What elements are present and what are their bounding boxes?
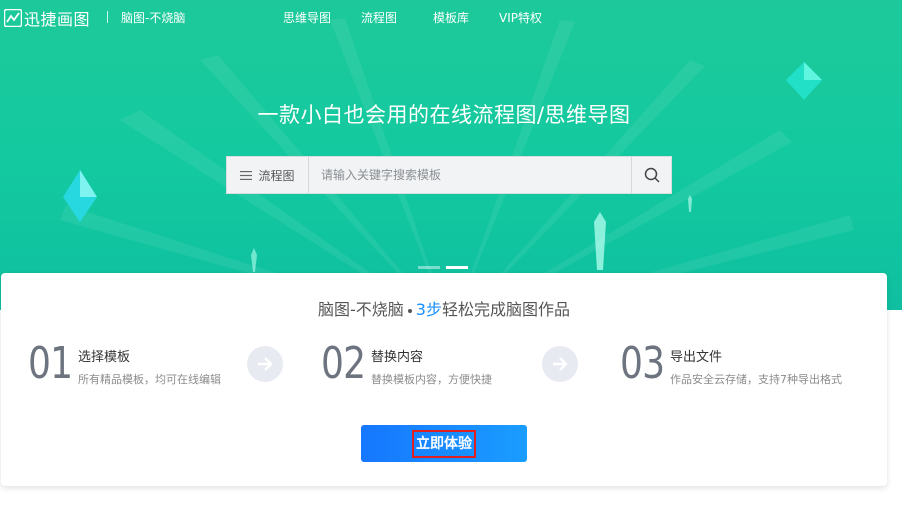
search-button[interactable] xyxy=(631,157,671,193)
try-now-button[interactable]: 立即体验 xyxy=(361,425,527,462)
title-step-count: 3步 xyxy=(415,300,442,319)
carousel-dot-2[interactable] xyxy=(446,266,468,269)
nav-link-vip[interactable]: VIP特权 xyxy=(499,9,542,26)
step-title: 选择模板 xyxy=(78,350,131,365)
search-category-label: 流程图 xyxy=(258,168,295,183)
logo-text: 迅捷画图 xyxy=(24,10,91,29)
search-bar: 流程图 xyxy=(226,156,672,194)
nav-link-mindmap[interactable]: 思维导图 xyxy=(283,9,331,26)
step-description: 替换模板内容，方便快捷 xyxy=(371,373,492,386)
step-number: 01 xyxy=(28,338,73,389)
step-text: 替换内容 替换模板内容，方便快捷 xyxy=(371,340,492,387)
nav-link-templates[interactable]: 模板库 xyxy=(433,9,469,26)
step-3: 03 导出文件 作品安全云存储，支持7种导出格式 xyxy=(620,340,842,388)
title-prefix: 脑图-不烧脑 xyxy=(318,300,404,319)
title-suffix: 轻松完成脑图作品 xyxy=(441,300,570,319)
step-title: 替换内容 xyxy=(371,350,424,365)
hero-headline: 一款小白也会用的在线流程图/思维导图 xyxy=(257,103,631,127)
nav-links: 思维导图 流程图 模板库 VIP特权 xyxy=(283,9,572,26)
arrow-right-icon xyxy=(542,346,578,382)
search-input[interactable] xyxy=(309,157,631,193)
step-text: 选择模板 所有精品模板，均可在线编辑 xyxy=(78,340,221,387)
logo[interactable]: 迅捷画图 xyxy=(4,6,90,30)
menu-icon xyxy=(240,170,253,180)
logo-icon xyxy=(4,9,22,27)
search-icon xyxy=(644,167,660,183)
title-separator-dot xyxy=(407,308,412,313)
step-text: 导出文件 作品安全云存储，支持7种导出格式 xyxy=(670,340,842,387)
search-category-select[interactable]: 流程图 xyxy=(227,157,309,193)
nav-link-flowchart[interactable]: 流程图 xyxy=(361,9,397,26)
header-slogan: 脑图-不烧脑 xyxy=(121,11,186,25)
step-title: 导出文件 xyxy=(670,350,723,365)
step-1: 01 选择模板 所有精品模板，均可在线编辑 xyxy=(28,340,221,388)
carousel-dot-1[interactable] xyxy=(418,266,440,269)
steps-card: 脑图-不烧脑 3步轻松完成脑图作品 01 选择模板 所有精品模板，均可在线编辑 0… xyxy=(1,273,887,486)
nav-divider xyxy=(107,11,108,23)
hero-background-graphic xyxy=(60,18,854,310)
arrow-right-icon xyxy=(247,346,283,382)
top-nav: 迅捷画图 脑图-不烧脑 思维导图 流程图 模板库 VIP特权 xyxy=(0,0,902,34)
steps-card-title: 脑图-不烧脑 3步轻松完成脑图作品 xyxy=(1,296,887,320)
step-description: 所有精品模板，均可在线编辑 xyxy=(78,373,221,386)
step-number: 03 xyxy=(620,338,665,389)
carousel-indicators xyxy=(418,266,474,269)
step-description: 作品安全云存储，支持7种导出格式 xyxy=(670,373,842,386)
step-number: 02 xyxy=(321,338,366,389)
step-2: 02 替换内容 替换模板内容，方便快捷 xyxy=(321,340,492,388)
try-now-label: 立即体验 xyxy=(412,429,476,458)
hero-banner: 迅捷画图 脑图-不烧脑 思维导图 流程图 模板库 VIP特权 一款小白也会用的在… xyxy=(0,0,902,310)
